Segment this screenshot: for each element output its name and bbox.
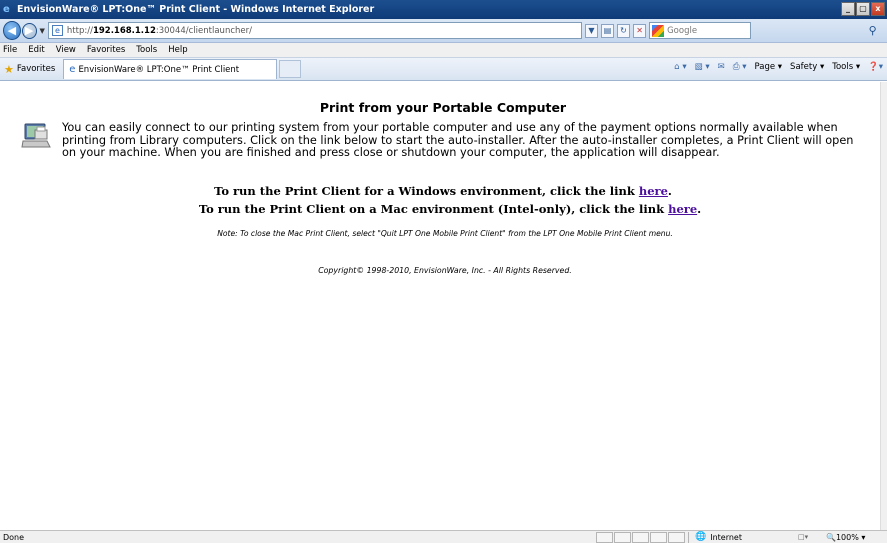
- menu-tools[interactable]: Tools: [136, 45, 157, 55]
- safety-menu[interactable]: Safety ▾: [790, 62, 824, 72]
- menu-file[interactable]: File: [3, 45, 17, 55]
- status-text: Done: [3, 532, 25, 542]
- search-icon[interactable]: ⚲: [869, 22, 887, 39]
- mac-close-note: Note: To close the Mac Print Client, sel…: [217, 229, 673, 238]
- ie-logo-icon: e: [3, 4, 10, 15]
- address-toolbar: ◀ ▶ ▼ e http://192.168.1.12:30044/client…: [0, 19, 887, 43]
- close-button[interactable]: x: [871, 2, 885, 16]
- print-icon[interactable]: ⎙ ▾: [733, 62, 747, 72]
- url-host: 192.168.1.12: [92, 25, 156, 36]
- compatibility-view-icon[interactable]: ▤: [600, 23, 614, 38]
- zoom-value: 100%: [835, 532, 859, 542]
- home-icon[interactable]: ⌂ ▾: [674, 62, 686, 72]
- refresh-icon[interactable]: ↻: [617, 23, 631, 38]
- status-panel: [668, 531, 685, 543]
- windows-instructions: To run the Print Client for a Windows en…: [0, 184, 886, 198]
- back-button[interactable]: ◀: [3, 21, 21, 40]
- status-panel: [614, 531, 631, 543]
- new-tab-button[interactable]: [279, 60, 302, 78]
- windows-client-link[interactable]: here: [639, 184, 668, 198]
- feeds-icon[interactable]: ▧ ▾: [695, 62, 710, 72]
- globe-icon: 🌐: [695, 532, 707, 542]
- google-logo-icon: [652, 24, 665, 37]
- security-zone[interactable]: 🌐 Internet: [688, 531, 788, 543]
- mac-instructions: To run the Print Client on a Mac environ…: [0, 202, 887, 216]
- menu-bar: File Edit View Favorites Tools Help: [0, 43, 887, 58]
- status-panel: [596, 531, 613, 543]
- address-dropdown-button[interactable]: ▼: [584, 23, 598, 38]
- menu-help[interactable]: Help: [168, 45, 187, 55]
- search-placeholder: Google: [667, 25, 698, 36]
- command-bar: ⌂ ▾ ▧ ▾ ✉ ⎙ ▾ Page ▾ Safety ▾ Tools ▾ ❓▾: [674, 62, 883, 72]
- mac-client-link[interactable]: here: [668, 202, 697, 216]
- mac-instruction-text: To run the Print Client on a Mac environ…: [198, 202, 669, 216]
- intro-text: You can easily connect to our printing s…: [62, 121, 854, 159]
- status-panel: [632, 531, 649, 543]
- browser-tab[interactable]: e EnvisionWare® LPT:One™ Print Client: [63, 59, 278, 79]
- favorites-label: Favorites: [16, 64, 56, 74]
- browser-window: e EnvisionWare® LPT:One™ Print Client - …: [0, 0, 887, 543]
- vertical-scrollbar[interactable]: [880, 82, 887, 530]
- help-icon[interactable]: ❓▾: [868, 62, 883, 72]
- copyright-text: Copyright© 1998-2010, EnvisionWare, Inc.…: [318, 266, 572, 275]
- menu-favorites[interactable]: Favorites: [87, 45, 125, 55]
- maximize-button[interactable]: ▢: [856, 2, 870, 16]
- tab-ie-icon: e: [69, 64, 76, 75]
- url-prefix: http://: [66, 25, 93, 36]
- stop-icon[interactable]: ✕: [633, 23, 647, 38]
- favorites-star-icon: ★: [4, 62, 14, 76]
- window-controls: _ ▢ x: [841, 2, 885, 16]
- recent-pages-dropdown[interactable]: ▼: [40, 27, 45, 35]
- tools-menu[interactable]: Tools ▾: [832, 62, 860, 72]
- zoom-level[interactable]: 🔍100% ▾: [826, 533, 865, 542]
- address-field[interactable]: e http://192.168.1.12:30044/clientlaunch…: [47, 22, 582, 39]
- search-input[interactable]: Google: [649, 22, 751, 39]
- page-content: Print from your Portable Computer You ca…: [0, 82, 880, 530]
- page-icon: e: [51, 25, 63, 36]
- status-panel: [650, 531, 667, 543]
- menu-edit[interactable]: Edit: [28, 45, 44, 55]
- windows-period: .: [667, 184, 672, 198]
- mail-icon[interactable]: ✉: [718, 62, 725, 72]
- window-title: EnvisionWare® LPT:One™ Print Client - Wi…: [17, 4, 375, 15]
- favorites-button[interactable]: ★ Favorites: [0, 63, 61, 76]
- protected-mode-icon[interactable]: □▾: [798, 533, 820, 541]
- minimize-button[interactable]: _: [841, 2, 855, 16]
- tab-title: EnvisionWare® LPT:One™ Print Client: [78, 64, 240, 75]
- page-menu[interactable]: Page ▾: [755, 62, 783, 72]
- mac-period: .: [697, 202, 702, 216]
- status-bar: Done 🌐 Internet □▾ 🔍100% ▾: [0, 530, 887, 543]
- page-heading: Print from your Portable Computer: [319, 100, 567, 115]
- url-path: :30044/clientlauncher/: [155, 25, 252, 36]
- zone-label: Internet: [710, 532, 742, 542]
- portable-computer-icon: [21, 123, 51, 148]
- windows-instruction-text: To run the Print Client for a Windows en…: [214, 184, 639, 198]
- title-bar: e EnvisionWare® LPT:One™ Print Client - …: [0, 0, 887, 19]
- menu-view[interactable]: View: [56, 45, 76, 55]
- forward-button[interactable]: ▶: [21, 22, 37, 39]
